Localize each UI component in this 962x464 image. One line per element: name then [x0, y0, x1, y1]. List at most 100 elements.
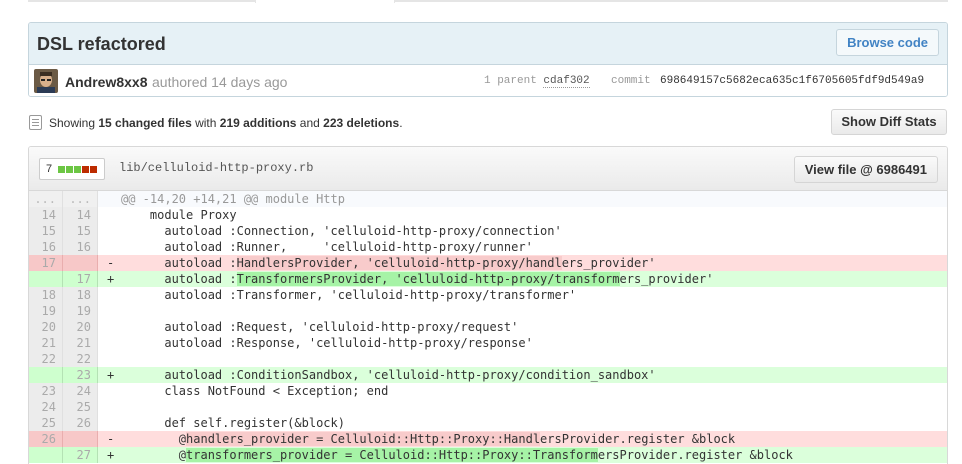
old-line-number[interactable]: 15 [29, 223, 63, 239]
commit-meta: Andrew8xx8 authored 14 days ago 1 parent… [29, 65, 947, 96]
file-list-icon[interactable] [29, 115, 42, 130]
diff-marker [98, 351, 121, 367]
diff-marker: - [107, 432, 115, 446]
new-line-number[interactable]: ... [63, 191, 98, 207]
old-line-number[interactable]: ... [29, 191, 63, 207]
code-text: def self.register(&block) [121, 415, 947, 431]
old-line-number[interactable] [29, 447, 63, 463]
code-segment: autoload :Runner, 'celluloid-http-proxy/… [121, 240, 533, 254]
diff-code: ...... @@ -14,20 +14,21 @@ module Http 14 1… [29, 191, 947, 463]
diff-line: 17 + autoload :TransformersProvider, 'cel… [29, 271, 947, 287]
show-diff-stats-button[interactable]: Show Diff Stats [831, 109, 947, 135]
code-segment: @ [121, 432, 187, 446]
old-line-number[interactable]: 14 [29, 207, 63, 223]
old-line-number[interactable]: 17 [29, 255, 63, 271]
code-segment: autoload :ConditionSandbox, 'celluloid-h… [121, 368, 656, 382]
new-line-number[interactable]: 15 [63, 223, 98, 239]
code-text: class NotFound < Exception; end [121, 383, 947, 399]
authored-time: authored 14 days ago [152, 74, 288, 90]
new-line-number[interactable]: 21 [63, 335, 98, 351]
new-line-number[interactable]: 24 [63, 383, 98, 399]
avatar[interactable] [34, 69, 58, 93]
change-count: 7 [46, 163, 53, 175]
changed-segment: TransformersProvider, 'celluloid-http-pr… [236, 272, 620, 286]
diff-marker [98, 335, 121, 351]
diff-line: 22 22 [29, 351, 947, 367]
new-line-number[interactable]: 16 [63, 239, 98, 255]
diff-marker [98, 287, 121, 303]
parent-label: 1 parent [484, 75, 537, 87]
diff-marker [98, 207, 121, 223]
diff-line: 23 + autoload :ConditionSandbox, 'cellulo… [29, 367, 947, 383]
old-line-number[interactable] [29, 367, 63, 383]
old-line-number[interactable]: 19 [29, 303, 63, 319]
commit-title: DSL refactored [37, 34, 166, 54]
diff-marker [98, 415, 121, 431]
commit-sha: 698649157c5682eca635c1f6705605fdf9d549a9 [660, 75, 925, 87]
old-line-number[interactable]: 21 [29, 335, 63, 351]
active-tab[interactable] [255, 0, 395, 3]
old-line-number[interactable]: 23 [29, 383, 63, 399]
diffstat-block-add [74, 166, 81, 173]
diff-marker [98, 191, 121, 207]
code-segment: autoload : [121, 256, 237, 270]
old-line-number[interactable]: 20 [29, 319, 63, 335]
code-segment: ersProvider.register &block [540, 432, 736, 446]
diff-marker [98, 399, 121, 415]
new-line-number[interactable]: 17 [63, 271, 98, 287]
new-line-number[interactable]: 27 [63, 447, 98, 463]
author-name[interactable]: Andrew8xx8 [65, 74, 147, 90]
parent-sha-link[interactable]: cdaf302 [543, 75, 590, 88]
new-line-number[interactable] [63, 255, 98, 271]
browse-code-button[interactable]: Browse code [836, 29, 939, 56]
summary-and: and [296, 116, 324, 130]
old-line-number[interactable]: 18 [29, 287, 63, 303]
summary-prefix: Showing [49, 116, 99, 130]
summary-with: with [191, 116, 220, 130]
code-segment: module Proxy [121, 208, 237, 222]
old-line-number[interactable]: 26 [29, 431, 63, 447]
new-line-number[interactable]: 25 [63, 399, 98, 415]
diff-line: ...... @@ -14,20 +14,21 @@ module Http [29, 191, 947, 207]
new-line-number[interactable]: 26 [63, 415, 98, 431]
file-diff: 7 lib/celluloid-http-proxy.rb View file … [28, 146, 948, 464]
code-text: autoload :HandlersProvider, 'celluloid-h… [121, 255, 947, 271]
new-line-number[interactable]: 20 [63, 319, 98, 335]
old-line-number[interactable]: 24 [29, 399, 63, 415]
diffstat-badge: 7 [39, 158, 105, 180]
code-segment: autoload :Transformer, 'celluloid-http-p… [121, 288, 577, 302]
old-line-number[interactable]: 16 [29, 239, 63, 255]
file-path: lib/celluloid-http-proxy.rb [119, 161, 314, 175]
new-line-number[interactable] [63, 431, 98, 447]
new-line-number[interactable]: 19 [63, 303, 98, 319]
changed-segment: handlers_provider = Celluloid::Http::Pro… [186, 432, 541, 446]
old-line-number[interactable]: 22 [29, 351, 63, 367]
summary-files[interactable]: 15 changed files [98, 116, 191, 130]
diff-marker: + [107, 368, 115, 382]
parent-info: 1 parent cdaf302 [484, 75, 590, 88]
changed-segment: HandlersProvider, 'celluloid-http-proxy/… [236, 256, 562, 270]
code-text: autoload :Transformer, 'celluloid-http-p… [121, 287, 947, 303]
view-file-button[interactable]: View file @ 6986491 [793, 156, 938, 183]
old-line-number[interactable] [29, 271, 63, 287]
diff-line: 14 14 module Proxy [29, 207, 947, 223]
summary-deletions: 223 deletions [323, 116, 400, 130]
code-text: autoload :Request, 'celluloid-http-proxy… [121, 319, 947, 335]
code-text: autoload :Response, 'celluloid-http-prox… [121, 335, 947, 351]
new-line-number[interactable]: 22 [63, 351, 98, 367]
commit-title-row: DSL refactored Browse code [29, 23, 947, 65]
new-line-number[interactable]: 14 [63, 207, 98, 223]
diffstat-block-add [58, 166, 65, 173]
diff-marker [98, 239, 121, 255]
changed-segment: transformers_provider = Celluloid::Http:… [186, 448, 598, 462]
new-line-number[interactable]: 23 [63, 367, 98, 383]
diff-marker [98, 303, 121, 319]
new-line-number[interactable]: 18 [63, 287, 98, 303]
file-header: 7 lib/celluloid-http-proxy.rb View file … [29, 147, 947, 191]
diff-line: 16 16 autoload :Runner, 'celluloid-http-p… [29, 239, 947, 255]
old-line-number[interactable]: 25 [29, 415, 63, 431]
code-text: @transformers_provider = Celluloid::Http… [121, 447, 947, 463]
diff-line: 23 24 class NotFound < Exception; end [29, 383, 947, 399]
